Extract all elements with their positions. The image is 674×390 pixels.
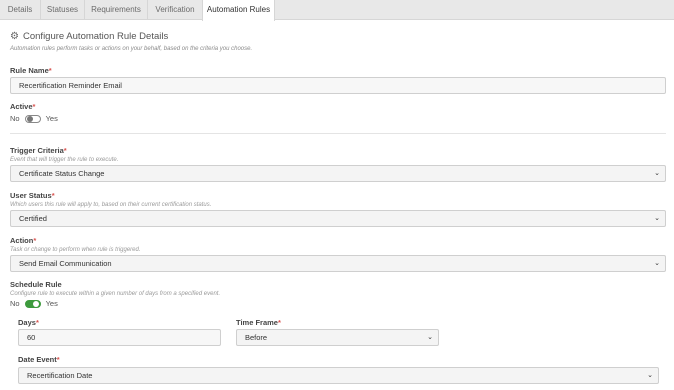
active-toggle-row: No Yes xyxy=(10,114,58,123)
active-toggle[interactable] xyxy=(24,114,41,123)
gears-icon: ⚙ xyxy=(10,30,19,42)
schedule-yes-label: Yes xyxy=(45,299,58,308)
page-subtitle: Automation rules perform tasks or action… xyxy=(10,46,253,52)
user-status-help: Which users this rule will apply to, bas… xyxy=(10,202,212,208)
schedule-rule-label: Schedule Rule xyxy=(10,280,62,289)
toggle-knob xyxy=(26,115,33,122)
action-help: Task or change to perform when rule is t… xyxy=(10,247,141,253)
trigger-criteria-select[interactable]: Certificate Status Change ⌄ xyxy=(10,165,666,182)
days-label: Days* xyxy=(18,318,39,327)
time-frame-value: Before xyxy=(245,333,268,342)
action-label: Action* xyxy=(10,236,37,245)
rule-name-label: Rule Name* xyxy=(10,66,52,75)
chevron-down-icon: ⌄ xyxy=(654,170,660,177)
days-input[interactable]: 60 xyxy=(18,329,221,346)
chevron-down-icon: ⌄ xyxy=(654,260,660,267)
tab-verification[interactable]: Verification xyxy=(148,0,203,20)
date-event-value: Recertification Date xyxy=(27,371,93,380)
page-title: ⚙ Configure Automation Rule Details xyxy=(10,31,168,42)
rule-name-input[interactable]: Recertification Reminder Email xyxy=(10,77,666,94)
active-yes-label: Yes xyxy=(45,114,58,123)
tab-requirements[interactable]: Requirements xyxy=(85,0,148,20)
user-status-value: Certified xyxy=(19,214,47,223)
tab-automation-rules[interactable]: Automation Rules xyxy=(202,0,275,21)
user-status-label: User Status* xyxy=(10,191,55,200)
tab-bar: Details Statuses Requirements Verificati… xyxy=(0,0,674,21)
active-no-label: No xyxy=(10,114,20,123)
schedule-toggle[interactable] xyxy=(24,299,41,308)
trigger-criteria-label: Trigger Criteria* xyxy=(10,146,67,155)
time-frame-select[interactable]: Before ⌄ xyxy=(236,329,439,346)
action-value: Send Email Communication xyxy=(19,259,112,268)
tab-details[interactable]: Details xyxy=(0,0,41,20)
chevron-down-icon: ⌄ xyxy=(647,372,653,379)
user-status-select[interactable]: Certified ⌄ xyxy=(10,210,666,227)
date-event-select[interactable]: Recertification Date ⌄ xyxy=(18,367,659,384)
schedule-toggle-row: No Yes xyxy=(10,299,58,308)
chevron-down-icon: ⌄ xyxy=(427,334,433,341)
schedule-no-label: No xyxy=(10,299,20,308)
active-label: Active* xyxy=(10,102,36,111)
chevron-down-icon: ⌄ xyxy=(654,215,660,222)
trigger-criteria-help: Event that will trigger the rule to exec… xyxy=(10,157,119,163)
date-event-label: Date Event* xyxy=(18,355,60,364)
action-select[interactable]: Send Email Communication ⌄ xyxy=(10,255,666,272)
section-divider xyxy=(10,133,666,134)
schedule-rule-help: Configure rule to execute within a given… xyxy=(10,291,221,297)
trigger-criteria-value: Certificate Status Change xyxy=(19,169,105,178)
toggle-knob xyxy=(32,300,39,307)
tab-statuses[interactable]: Statuses xyxy=(41,0,85,20)
time-frame-label: Time Frame* xyxy=(236,318,281,327)
page-title-text: Configure Automation Rule Details xyxy=(23,31,169,42)
